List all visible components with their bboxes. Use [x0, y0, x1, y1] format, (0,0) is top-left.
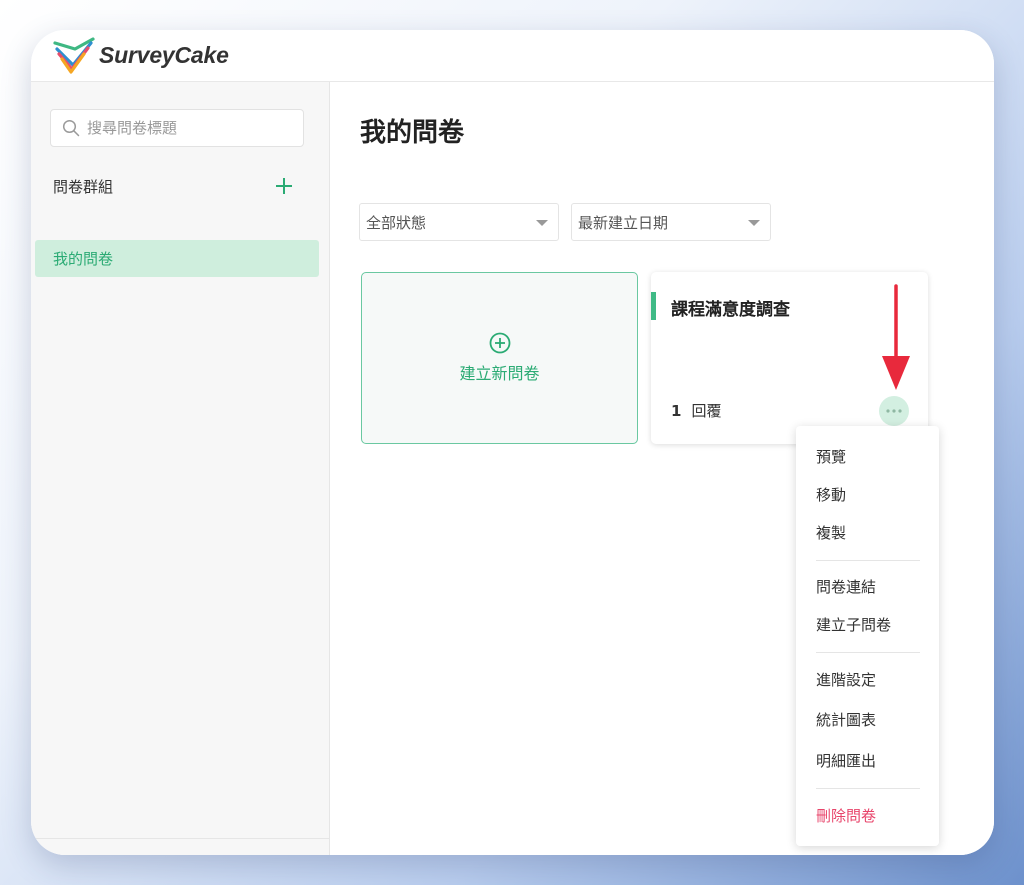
sidebar-item-label: 我的問卷 [53, 250, 114, 268]
ellipsis-icon [886, 409, 902, 413]
surveycake-logo-icon [53, 37, 95, 74]
menu-item-copy[interactable]: 複製 [816, 522, 846, 544]
annotation-arrow-icon [882, 284, 910, 390]
card-accent-bar [651, 292, 656, 320]
response-count: 1 回覆 [671, 400, 721, 421]
create-survey-label: 建立新問卷 [459, 364, 540, 383]
response-label: 回覆 [691, 402, 722, 420]
menu-divider [816, 788, 920, 789]
menu-item-export-details[interactable]: 明細匯出 [816, 750, 876, 772]
sort-select[interactable]: 最新建立日期 [571, 203, 771, 241]
status-filter-select[interactable]: 全部狀態 [359, 203, 559, 241]
caret-down-icon [536, 220, 548, 226]
caret-down-icon [748, 220, 760, 226]
create-survey-card[interactable]: 建立新問卷 [361, 272, 638, 444]
menu-item-preview[interactable]: 預覽 [816, 446, 846, 468]
add-group-button[interactable] [273, 175, 295, 197]
sidebar-item-my-surveys[interactable]: 我的問卷 [35, 240, 319, 277]
menu-item-survey-link[interactable]: 問卷連結 [816, 576, 876, 598]
app-window: SurveyCake 問卷群組 我的問卷 我的問卷 [31, 30, 994, 855]
menu-item-create-sub-survey[interactable]: 建立子問卷 [816, 614, 891, 636]
menu-item-delete-survey[interactable]: 刪除問卷 [816, 805, 876, 827]
sidebar-divider [31, 838, 330, 839]
page-title: 我的問卷 [360, 118, 465, 148]
app-name: SurveyCake [99, 41, 229, 68]
survey-context-menu: 預覽 移動 複製 問卷連結 建立子問卷 進階設定 統計圖表 明細匯出 刪除問卷 [796, 426, 939, 846]
main-content: 我的問卷 全部狀態 最新建立日期 建立新問卷 課程滿意度調查 1 回覆 預覽 移… [330, 82, 994, 855]
search-input[interactable] [87, 119, 287, 137]
survey-group-title: 問卷群組 [53, 177, 114, 196]
sort-value: 最新建立日期 [578, 213, 669, 232]
logo[interactable]: SurveyCake [53, 35, 229, 75]
menu-item-statistics-chart[interactable]: 統計圖表 [816, 709, 876, 731]
menu-divider [816, 560, 920, 561]
menu-item-move[interactable]: 移動 [816, 484, 846, 506]
status-filter-value: 全部狀態 [366, 213, 427, 232]
survey-title: 課程滿意度調查 [671, 300, 790, 320]
survey-group-header: 問卷群組 [53, 172, 295, 200]
top-bar: SurveyCake [31, 30, 994, 82]
more-options-button[interactable] [879, 396, 909, 426]
plus-icon [276, 178, 292, 194]
menu-item-advanced-settings[interactable]: 進階設定 [816, 669, 876, 691]
plus-circle-icon [489, 332, 510, 354]
search-icon [62, 119, 80, 137]
response-number: 1 [671, 402, 682, 420]
menu-divider [816, 652, 920, 653]
sidebar: 問卷群組 我的問卷 [31, 82, 330, 855]
search-box [50, 109, 304, 147]
